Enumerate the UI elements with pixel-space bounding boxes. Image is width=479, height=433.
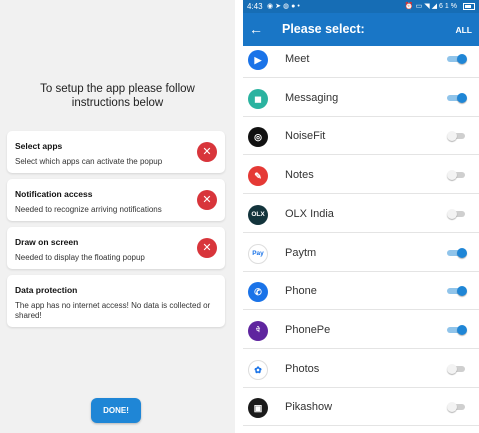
app-name: Phone	[285, 285, 317, 298]
photos-icon: ✿	[248, 359, 268, 380]
messenger-icon: ◍	[282, 3, 292, 10]
close-icon[interactable]: ✕	[197, 142, 217, 162]
app-toggle[interactable]	[447, 324, 467, 335]
app-name: Paytm	[285, 246, 317, 259]
app-name: Messaging	[285, 91, 339, 104]
draw-on-screen-card[interactable]: Draw on screen Needed to display the flo…	[7, 227, 225, 269]
toggle-knob	[457, 92, 467, 103]
list-item[interactable]: ▣ Pikashow	[243, 388, 479, 427]
app-name: Photos	[285, 362, 320, 375]
app-selection-screen: 4:43 ◉➤◍●• ⏰▭◥◢61% ← Please select: ALL …	[243, 0, 479, 433]
list-item[interactable]: Pay Paytm	[243, 234, 479, 272]
card-title: Draw on screen	[15, 237, 79, 247]
list-item[interactable]: पे PhonePe	[243, 311, 479, 349]
card-title: Data protection	[15, 285, 78, 295]
list-item[interactable]: ✎ Notes	[243, 156, 479, 195]
done-button[interactable]: DONE!	[91, 398, 141, 423]
app-toggle[interactable]	[447, 286, 467, 297]
setup-instructions: To setup the app please follow instructi…	[0, 82, 235, 110]
app-toggle[interactable]	[447, 54, 467, 64]
toggle-knob	[447, 170, 457, 181]
paytm-icon: Pay	[248, 243, 268, 264]
card-description: Select which apps can activate the popup	[15, 157, 163, 166]
card-title: Select apps	[15, 141, 63, 151]
whatsapp-icon: ◉	[267, 3, 276, 10]
app-name: Notes	[285, 169, 314, 182]
toggle-knob	[457, 286, 467, 297]
list-item[interactable]: ▶ Meet	[243, 40, 479, 78]
app-toggle[interactable]	[447, 402, 467, 413]
app-list: ▶ Meet ◼ Messaging ◎ NoiseFit ✎ Notes OLX OLX Ind…	[243, 46, 479, 433]
cell-signal-icon: ◢	[431, 3, 439, 10]
app-toggle[interactable]	[447, 131, 467, 142]
close-icon[interactable]: ✕	[197, 190, 217, 210]
app-name: Pikashow	[285, 401, 333, 414]
meet-icon: ▶	[248, 50, 268, 70]
wifi-icon: ◥	[424, 3, 432, 10]
pikashow-icon: ▣	[248, 398, 268, 419]
app-name: NoiseFit	[285, 130, 326, 143]
phonepe-icon: पे	[248, 320, 268, 341]
back-arrow-icon[interactable]: ←	[249, 21, 263, 37]
list-item[interactable]: ✆ Phone	[243, 272, 479, 311]
battery-icon	[463, 3, 475, 10]
app-name: OLX India	[285, 207, 334, 220]
data-protection-card: Data protection The app has no internet …	[7, 275, 225, 327]
app-toggle[interactable]	[447, 247, 467, 258]
telegram-icon: ➤	[275, 3, 283, 10]
select-apps-card[interactable]: Select apps Select which apps can activa…	[7, 131, 225, 173]
select-all-button[interactable]: ALL	[455, 25, 472, 35]
more-icon: •	[297, 3, 302, 10]
toggle-knob	[457, 54, 467, 64]
app-toggle[interactable]	[447, 170, 467, 181]
list-item[interactable]: ◼ Messaging	[243, 79, 479, 117]
phone-icon: ✆	[248, 282, 268, 303]
intro-line-1: To setup the app please follow	[40, 83, 195, 95]
system-icons: ⏰▭◥◢61%	[405, 0, 459, 13]
card-description: The app has no internet access! No data …	[15, 301, 211, 320]
card-title: Notification access	[15, 189, 93, 199]
notification-access-card[interactable]: Notification access Needed to recognize …	[7, 179, 225, 221]
page-title: Please select:	[282, 22, 365, 36]
app-toggle[interactable]	[447, 208, 467, 219]
close-icon[interactable]: ✕	[197, 238, 217, 258]
app-toggle[interactable]	[447, 92, 467, 103]
list-item[interactable]: ✿ Photos	[243, 350, 479, 388]
status-time: 4:43	[247, 2, 263, 11]
toggle-knob	[447, 208, 457, 219]
card-description: Needed to display the floating popup	[15, 253, 145, 262]
notification-icons: ◉➤◍●•	[267, 0, 302, 13]
toggle-knob	[447, 402, 457, 413]
app-name: Meet	[285, 53, 310, 65]
intro-line-2: instructions below	[71, 97, 164, 109]
notes-icon: ✎	[248, 166, 268, 187]
volte-icon: ▭	[415, 3, 425, 10]
toggle-knob	[447, 363, 457, 374]
list-item[interactable]: ◎ NoiseFit	[243, 117, 479, 156]
alarm-icon: ⏰	[404, 3, 416, 10]
status-bar: 4:43 ◉➤◍●• ⏰▭◥◢61%	[243, 0, 479, 13]
messaging-icon: ◼	[248, 88, 268, 109]
battery-percent: 61%	[438, 3, 459, 10]
toggle-knob	[447, 131, 457, 142]
setup-screen: To setup the app please follow instructi…	[0, 0, 235, 433]
noisefit-icon: ◎	[248, 127, 268, 148]
list-item[interactable]: OLX OLX India	[243, 195, 479, 233]
toggle-knob	[457, 247, 467, 258]
olx-icon: OLX	[248, 204, 268, 225]
card-description: Needed to recognize arriving notificatio…	[15, 205, 162, 214]
app-name: PhonePe	[285, 323, 331, 336]
app-toggle[interactable]	[447, 363, 467, 374]
toggle-knob	[457, 324, 467, 335]
